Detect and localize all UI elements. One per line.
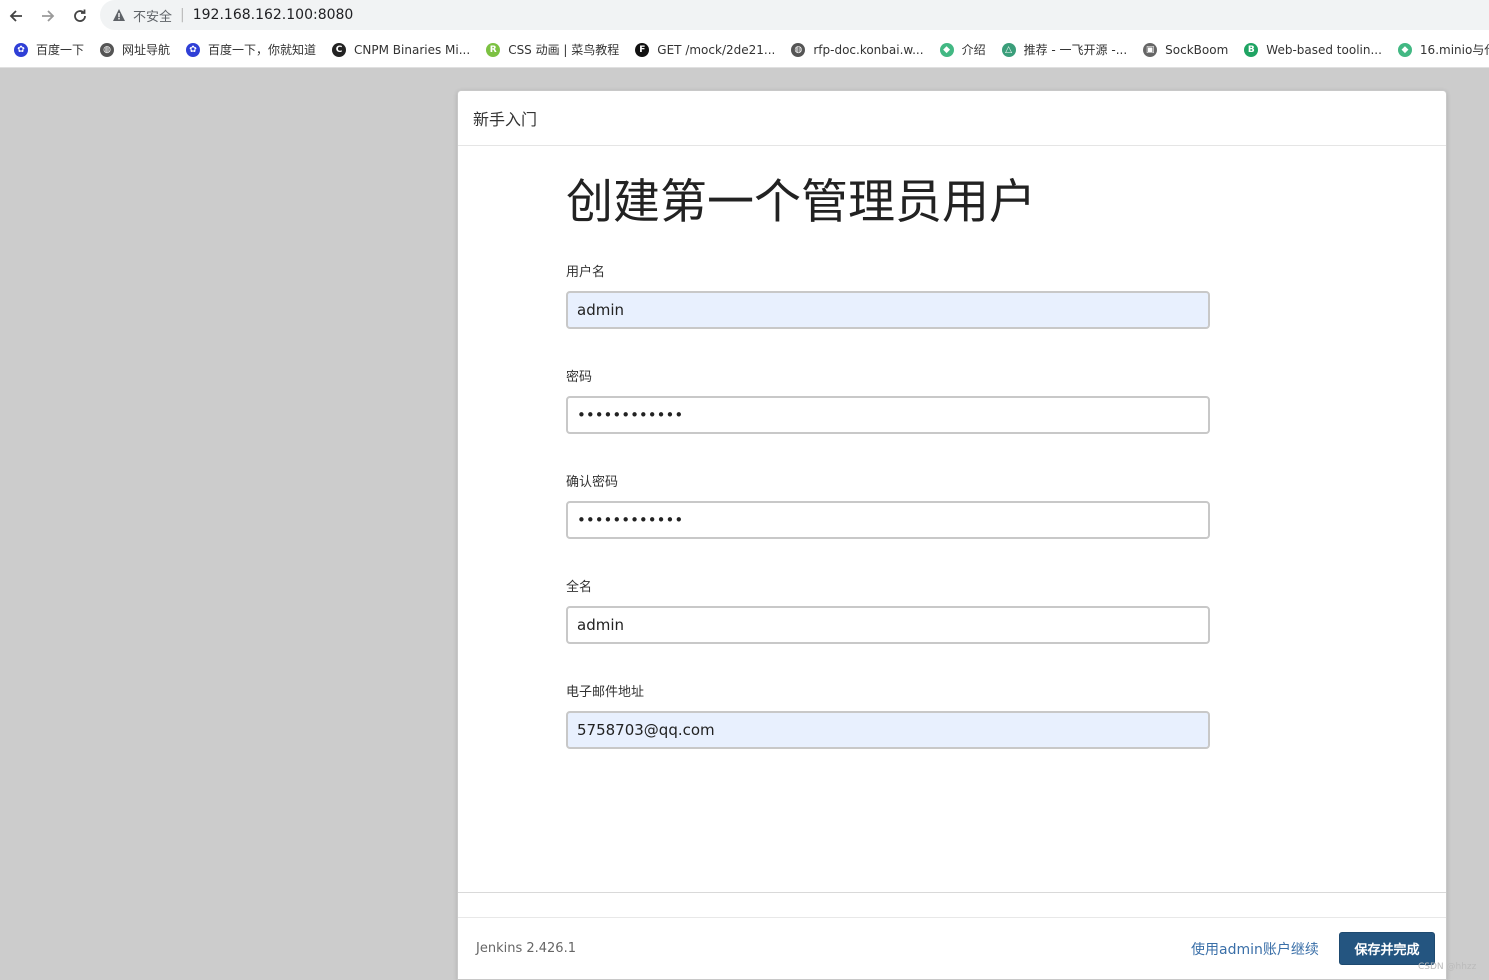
jenkins-version: Jenkins 2.426.1	[476, 941, 576, 956]
footer-divider-bottom	[458, 917, 1446, 918]
fullname-input[interactable]	[566, 606, 1210, 644]
watermark: CSDN @hhzz	[1418, 962, 1477, 972]
username-input[interactable]	[566, 291, 1210, 329]
confirm-password-label: 确认密码	[566, 475, 619, 490]
bookmark-label: GET /mock/2de21...	[657, 42, 776, 57]
footer-divider-top	[458, 892, 1446, 893]
warning-icon	[113, 9, 125, 21]
confirm-password-group: 确认密码	[566, 471, 1210, 539]
bookmark-label: Web-based toolin...	[1266, 42, 1382, 57]
fullname-group: 全名	[566, 576, 1210, 644]
triangle-icon: △	[1001, 42, 1016, 57]
password-label: 密码	[566, 370, 593, 385]
address-bar[interactable]: 不安全 | 192.168.162.100:8080	[100, 0, 1489, 30]
dialog-header: 新手入门	[458, 91, 1446, 146]
mock-icon: F	[635, 42, 650, 57]
url-text[interactable]: 192.168.162.100:8080	[193, 7, 354, 23]
bookmark-item[interactable]: B Web-based toolin...	[1236, 36, 1390, 64]
bookmark-label: rfp-doc.konbai.w...	[813, 42, 924, 57]
email-label: 电子邮件地址	[566, 685, 645, 700]
security-label[interactable]: 不安全	[133, 6, 172, 25]
arrow-right-icon	[42, 10, 55, 22]
username-label: 用户名	[566, 265, 606, 280]
bookmark-label: SockBoom	[1165, 42, 1229, 57]
bolt-icon: B	[1244, 42, 1259, 57]
omnibox-divider: |	[180, 7, 185, 23]
reload-button[interactable]	[64, 0, 96, 32]
email-group: 电子邮件地址	[566, 681, 1210, 749]
back-button[interactable]	[0, 0, 32, 32]
globe-icon: ◍	[791, 42, 806, 57]
bookmark-label: 百度一下，你就知道	[208, 43, 317, 57]
bookmark-label: 16.minio与代	[1419, 43, 1489, 57]
save-and-finish-button[interactable]: 保存并完成	[1339, 932, 1435, 965]
bookmark-item[interactable]: ◍ 网址导航	[92, 36, 178, 64]
forward-button[interactable]	[32, 0, 64, 32]
paw-icon: ✿	[186, 42, 201, 57]
admin-user-form: 创建第一个管理员用户 用户名 密码 确认密码 全名 电子邮件地址	[566, 175, 1210, 786]
password-group: 密码	[566, 366, 1210, 434]
leaf-icon: ◆	[1397, 42, 1412, 57]
email-input[interactable]	[566, 711, 1210, 749]
runoob-icon: R	[486, 42, 501, 57]
continue-as-admin-link[interactable]: 使用admin账户继续	[1191, 939, 1319, 959]
bookmark-label: 网址导航	[122, 43, 171, 57]
bookmark-label: 百度一下	[36, 43, 85, 57]
confirm-password-input[interactable]	[566, 501, 1210, 539]
bookmark-item[interactable]: R CSS 动画 | 菜鸟教程	[478, 36, 627, 64]
bookmark-label: CSS 动画 | 菜鸟教程	[508, 43, 620, 57]
page-title: 创建第一个管理员用户	[566, 175, 1036, 230]
bookmark-item[interactable]: ▣ SockBoom	[1135, 36, 1236, 64]
bookmark-item[interactable]: ◆ 16.minio与代	[1390, 36, 1489, 64]
bookmark-label: 介绍	[961, 43, 986, 57]
browser-toolbar: 不安全 | 192.168.162.100:8080	[0, 0, 1489, 32]
reload-icon	[74, 9, 86, 22]
bookmark-item[interactable]: △ 推荐 - 一飞开源 -...	[994, 36, 1136, 64]
globe-icon: ◍	[100, 42, 115, 57]
bookmark-item[interactable]: ✿ 百度一下，你就知道	[178, 36, 324, 64]
bookmark-label: CNPM Binaries Mi...	[354, 42, 471, 57]
paw-icon: ✿	[14, 42, 28, 57]
arrow-left-icon	[9, 10, 22, 22]
setup-wizard-dialog: 新手入门 创建第一个管理员用户 用户名 密码 确认密码 全名 电子邮件地址 Je…	[457, 90, 1447, 980]
password-input[interactable]	[566, 396, 1210, 434]
username-group: 用户名	[566, 261, 1210, 329]
bookmark-item[interactable]: ◍ rfp-doc.konbai.w...	[783, 36, 931, 64]
bookmark-label: 推荐 - 一飞开源 -...	[1023, 43, 1128, 57]
bookmarks-bar: ✿ 百度一下 ◍ 网址导航 ✿ 百度一下，你就知道 C CNPM Binaries Mi...…	[0, 32, 1489, 68]
leaf-icon: ◆	[939, 42, 954, 57]
cnpm-icon: C	[332, 42, 347, 57]
robot-icon: ▣	[1143, 42, 1158, 57]
bookmark-item[interactable]: C CNPM Binaries Mi...	[324, 36, 478, 64]
bookmark-item[interactable]: ✿ 百度一下	[6, 36, 92, 64]
bookmark-item[interactable]: ◆ 介绍	[932, 36, 994, 64]
fullname-label: 全名	[566, 580, 593, 595]
bookmark-item[interactable]: F GET /mock/2de21...	[627, 36, 783, 64]
